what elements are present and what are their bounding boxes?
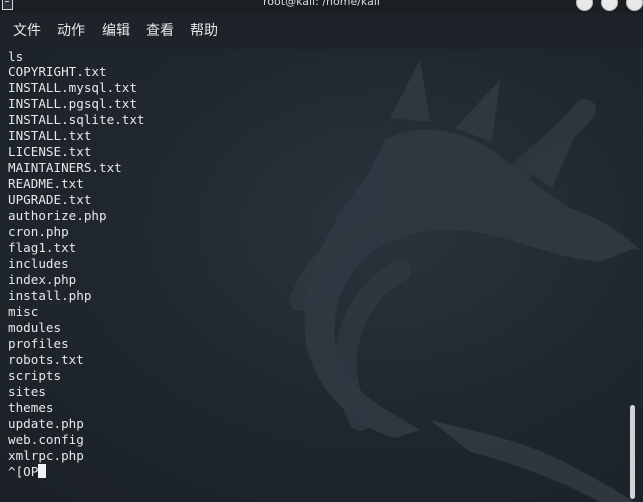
menu-help[interactable]: 帮助 <box>190 21 218 41</box>
output-line: robots.txt <box>8 352 84 367</box>
prompt-line[interactable]: ^[OP <box>8 464 47 480</box>
output-line: themes <box>8 400 54 415</box>
output-line: INSTALL.sqlite.txt <box>8 112 145 127</box>
output-line: modules <box>8 320 62 335</box>
output-line: index.php <box>8 272 77 287</box>
prompt-input: ^[OP <box>8 464 39 479</box>
menu-actions[interactable]: 动作 <box>57 21 85 41</box>
output-line: includes <box>8 256 69 271</box>
output-line: xmlrpc.php <box>8 448 84 463</box>
output-line: authorize.php <box>8 208 107 223</box>
output-line: INSTALL.mysql.txt <box>8 80 137 95</box>
title-bar: root@kali: /home/kali <box>0 0 643 13</box>
vertical-scrollbar[interactable] <box>628 49 643 502</box>
output-line: web.config <box>8 432 84 447</box>
menu-bar: 文件 动作 编辑 查看 帮助 <box>0 13 643 49</box>
output-line: install.php <box>8 288 92 303</box>
output-line: scripts <box>8 368 62 383</box>
text-cursor <box>38 464 47 478</box>
output-line: flag1.txt <box>8 240 77 255</box>
output-line: README.txt <box>8 176 84 191</box>
close-icon[interactable] <box>626 0 643 11</box>
output-line: MAINTAINERS.txt <box>8 160 122 175</box>
menu-file[interactable]: 文件 <box>13 21 41 41</box>
maximize-icon[interactable] <box>601 0 618 11</box>
output-line: cron.php <box>8 224 69 239</box>
output-line: LICENSE.txt <box>8 144 92 159</box>
output-line: misc <box>8 304 39 319</box>
output-line: INSTALL.txt <box>8 128 92 143</box>
menu-view[interactable]: 查看 <box>146 21 174 41</box>
output-line: update.php <box>8 416 84 431</box>
output-line: UPGRADE.txt <box>8 192 92 207</box>
output-line: sites <box>8 384 46 399</box>
terminal-output[interactable]: ls COPYRIGHT.txt INSTALL.mysql.txt INSTA… <box>0 49 628 502</box>
output-line: COPYRIGHT.txt <box>8 64 107 79</box>
terminal-window: root@kali: /home/kali 文件 动作 编辑 查看 帮助 ls … <box>0 0 643 502</box>
window-title: root@kali: /home/kali <box>263 0 380 8</box>
output-line: ls <box>8 49 24 64</box>
output-line: profiles <box>8 336 69 351</box>
menu-edit[interactable]: 编辑 <box>102 21 130 41</box>
output-line: INSTALL.pgsql.txt <box>8 96 137 111</box>
scrollbar-thumb[interactable] <box>630 405 635 499</box>
minimize-icon[interactable] <box>576 0 593 11</box>
